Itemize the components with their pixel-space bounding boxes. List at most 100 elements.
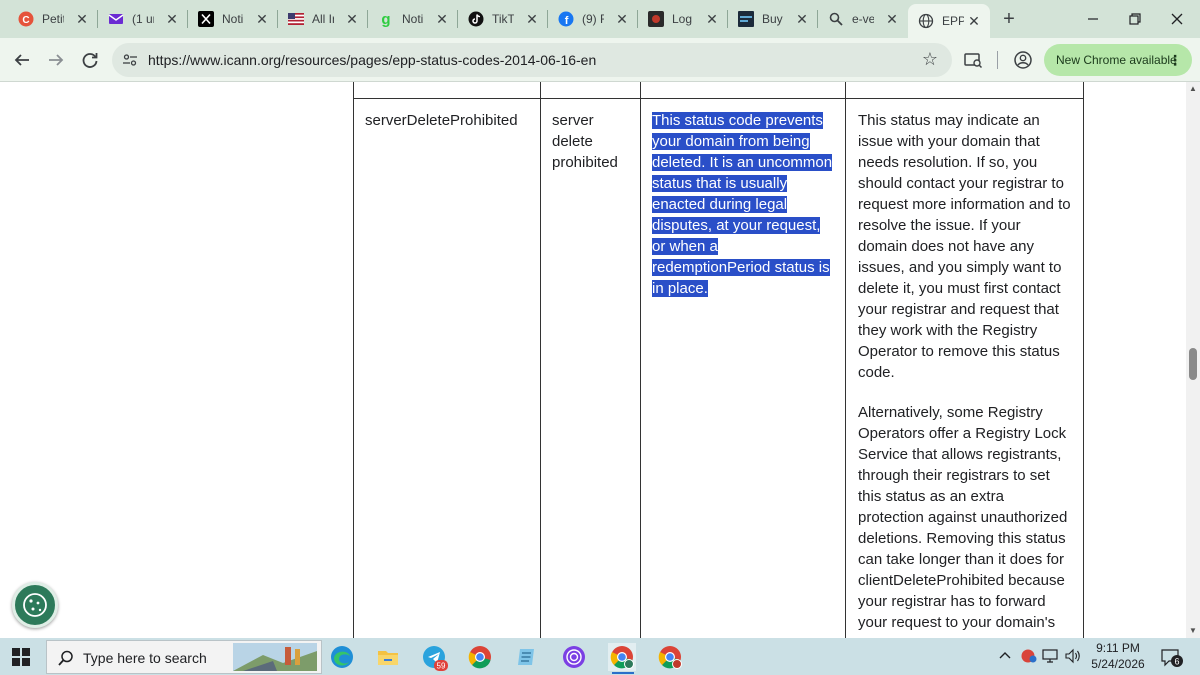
- chrome-update-button[interactable]: New Chrome available ⋮: [1044, 44, 1192, 76]
- action-line: can take longer than it does for: [858, 551, 1064, 568]
- antivirus-tray-icon[interactable]: [1020, 648, 1038, 667]
- action-line: issues, and you simply want to: [858, 259, 1062, 276]
- close-tab-icon[interactable]: ✕: [704, 11, 720, 27]
- bookmark-star-icon[interactable]: ☆: [922, 49, 938, 70]
- chrome-profile-icon[interactable]: [608, 643, 636, 671]
- tab-title: Buy: [762, 12, 783, 26]
- selected-text-line[interactable]: or when a: [652, 238, 718, 255]
- close-tab-icon[interactable]: ✕: [344, 11, 360, 27]
- chrome-update-label: New Chrome available: [1056, 53, 1177, 67]
- close-tab-icon[interactable]: ✕: [74, 11, 90, 27]
- clock-time: 9:11 PM: [1096, 641, 1140, 655]
- restore-button[interactable]: [1120, 6, 1150, 32]
- scrollbar-thumb[interactable]: [1189, 348, 1197, 380]
- tab-x[interactable]: Noti ✕: [188, 6, 278, 32]
- meaning-cell[interactable]: This status code prevents your domain fr…: [652, 110, 833, 299]
- url-text[interactable]: https://www.icann.org/resources/pages/ep…: [148, 52, 596, 68]
- cookie-settings-button[interactable]: [12, 582, 58, 628]
- tab-flag[interactable]: All Ir ✕: [278, 6, 368, 32]
- close-tab-icon[interactable]: ✕: [884, 11, 900, 27]
- selected-text-line[interactable]: redemptionPeriod status is: [652, 259, 830, 276]
- forward-button[interactable]: [44, 48, 68, 72]
- action-line: Alternatively, some Registry: [858, 404, 1043, 421]
- tab-title: Log: [672, 12, 693, 26]
- selected-text-line[interactable]: your domain from being: [652, 133, 810, 150]
- selected-text-line[interactable]: deleted. It is an uncommon: [652, 154, 833, 171]
- address-bar[interactable]: https://www.icann.org/resources/pages/ep…: [112, 43, 952, 77]
- notification-count: 6: [1174, 657, 1179, 667]
- close-tab-icon[interactable]: ✕: [164, 11, 180, 27]
- action-line: Service that allows registrants,: [858, 446, 1062, 463]
- chrome-alt-profile-icon[interactable]: [656, 643, 684, 671]
- facebook-icon: f: [558, 11, 574, 27]
- tab-title: (9) F: [582, 12, 604, 26]
- close-tab-icon[interactable]: ✕: [524, 11, 540, 27]
- search-icon: [57, 649, 75, 667]
- notes-app-icon[interactable]: [512, 643, 540, 671]
- active-app-indicator: [612, 672, 634, 674]
- cast-search-icon[interactable]: [962, 49, 984, 71]
- tab-login[interactable]: Log ✕: [638, 6, 728, 32]
- more-options-icon[interactable]: ⋮: [1168, 44, 1182, 76]
- tab-epp[interactable]: EPP ✕: [908, 4, 990, 38]
- svg-text:f: f: [565, 15, 569, 27]
- tab-title: e-ve: [852, 12, 874, 26]
- minimize-button[interactable]: [1078, 6, 1108, 32]
- windows-start-icon[interactable]: [12, 648, 30, 666]
- petition-icon: C: [18, 11, 34, 27]
- show-hidden-icons-button[interactable]: [998, 648, 1012, 665]
- table-border: [353, 82, 354, 638]
- close-tab-icon[interactable]: ✕: [966, 13, 982, 29]
- volume-icon[interactable]: [1064, 648, 1082, 667]
- selected-text-line[interactable]: enacted during legal: [652, 196, 788, 213]
- tor-browser-icon[interactable]: [560, 643, 588, 671]
- back-button[interactable]: [10, 48, 34, 72]
- cookie-icon: [23, 593, 47, 617]
- action-line: request more information and to: [858, 196, 1071, 213]
- selected-text-line[interactable]: in place.: [652, 280, 708, 297]
- close-tab-icon[interactable]: ✕: [254, 11, 270, 27]
- new-tab-button[interactable]: +: [998, 8, 1020, 30]
- tab-buy[interactable]: Buy ✕: [728, 6, 818, 32]
- tab-title: TikTo: [492, 12, 514, 26]
- scroll-up-arrow[interactable]: ▲: [1188, 84, 1198, 94]
- action-line: should contact your registrar to: [858, 175, 1064, 192]
- telegram-icon[interactable]: 59: [420, 643, 448, 671]
- taskbar-search-box[interactable]: Type here to search: [46, 640, 322, 674]
- close-tab-icon[interactable]: ✕: [434, 11, 450, 27]
- selected-text-line[interactable]: status that is usually: [652, 175, 788, 192]
- tab-title: (1 ur: [132, 12, 154, 26]
- tiktok-icon: [468, 11, 484, 27]
- page-scrollbar[interactable]: ▲ ▼: [1186, 82, 1200, 638]
- system-clock[interactable]: 9:11 PM 5/24/2026: [1088, 640, 1148, 672]
- tab-title: EPP: [942, 14, 964, 28]
- network-icon[interactable]: [1042, 648, 1060, 667]
- file-explorer-icon[interactable]: [374, 643, 402, 671]
- tab-mail[interactable]: (1 ur ✕: [98, 6, 188, 32]
- action-line: needs resolution. If so, you: [858, 154, 1038, 171]
- action-line: protection against unauthorized: [858, 509, 1068, 526]
- reload-button[interactable]: [78, 48, 102, 72]
- tab-gettr[interactable]: g Noti ✕: [368, 6, 458, 32]
- tab-search[interactable]: e-ve ✕: [818, 6, 908, 32]
- svg-text:C: C: [22, 15, 29, 26]
- action-line: This status may indicate an: [858, 112, 1040, 129]
- x-icon: [198, 11, 214, 27]
- close-tab-icon[interactable]: ✕: [794, 11, 810, 27]
- scroll-down-arrow[interactable]: ▼: [1188, 626, 1198, 636]
- action-line: Operators offer a Registry Lock: [858, 425, 1067, 442]
- selected-text-line[interactable]: disputes, at your request,: [652, 217, 821, 234]
- close-tab-icon[interactable]: ✕: [614, 11, 630, 27]
- site-info-icon[interactable]: [122, 52, 138, 68]
- status-code-cell: serverDeleteProhibited: [365, 112, 518, 129]
- selected-text-line[interactable]: This status code prevents: [652, 112, 823, 129]
- edge-icon[interactable]: [328, 643, 356, 671]
- chrome-icon[interactable]: [466, 643, 494, 671]
- close-window-button[interactable]: [1162, 6, 1192, 32]
- tab-facebook[interactable]: f (9) F ✕: [548, 6, 638, 32]
- profile-icon[interactable]: [1012, 49, 1034, 71]
- tab-petition[interactable]: C Petit ✕: [8, 6, 98, 32]
- action-line: issue with your domain that: [858, 133, 1040, 150]
- notification-center-icon[interactable]: 6: [1160, 648, 1183, 667]
- tab-tiktok[interactable]: TikTo ✕: [458, 6, 548, 32]
